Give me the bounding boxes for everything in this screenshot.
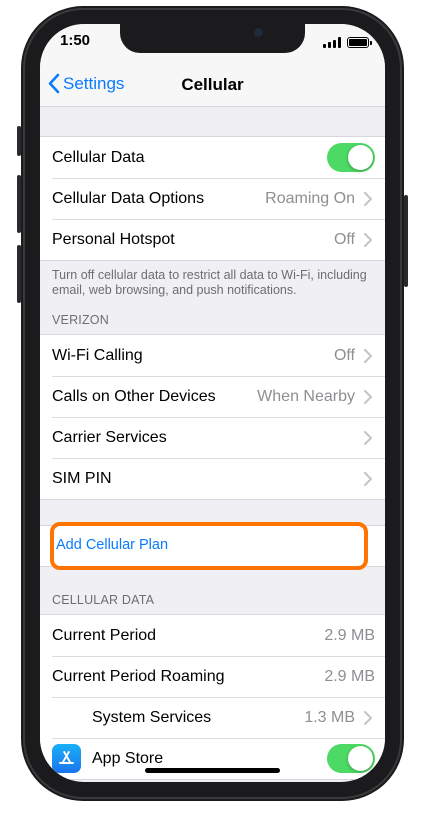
settings-list: Cellular Data Cellular Data Options Roam… (40, 107, 385, 780)
system-services-row[interactable]: System Services 1.3 MB (40, 697, 385, 738)
row-value: 2.9 MB (324, 626, 375, 644)
status-time: 1:50 (60, 32, 91, 49)
add-cellular-plan-row[interactable]: Add Cellular Plan (40, 522, 385, 570)
current-period-row: Current Period 2.9 MB (40, 615, 385, 656)
row-label: Personal Hotspot (52, 230, 175, 248)
home-indicator[interactable] (145, 768, 280, 773)
cellular-data-toggle[interactable] (327, 143, 375, 172)
section-header-cellular-data: CELLULAR DATA (52, 593, 155, 607)
row-label: Carrier Services (52, 428, 167, 446)
row-value: Roaming On (265, 189, 355, 207)
personal-hotspot-row[interactable]: Personal Hotspot Off (40, 219, 385, 260)
chevron-right-icon (364, 233, 372, 247)
row-value: 2.9 MB (324, 667, 375, 685)
cellular-usage-group: Current Period 2.9 MB Current Period Roa… (40, 614, 385, 780)
row-label: Wi-Fi Calling (52, 346, 143, 364)
side-button (404, 195, 408, 287)
battery-icon (347, 37, 372, 48)
status-icons (323, 36, 372, 48)
row-value: Off (333, 346, 355, 364)
add-plan-group: Add Cellular Plan (40, 522, 385, 570)
navigation-bar: Settings Cellular (40, 64, 385, 107)
current-period-roaming-row: Current Period Roaming 2.9 MB (40, 656, 385, 697)
volume-up-button (17, 175, 21, 233)
row-value: When Nearby (257, 387, 355, 405)
page-title: Cellular (181, 75, 244, 94)
row-label: Current Period Roaming (52, 667, 225, 685)
app-store-icon (52, 744, 81, 773)
row-value: 1.3 MB (304, 708, 355, 726)
volume-down-button (17, 245, 21, 303)
app-store-toggle[interactable] (327, 744, 375, 773)
status-bar: 1:50 (40, 24, 385, 64)
chevron-right-icon (364, 349, 372, 363)
mute-switch (17, 126, 21, 156)
wifi-calling-row[interactable]: Wi-Fi Calling Off (40, 335, 385, 376)
calls-other-devices-row[interactable]: Calls on Other Devices When Nearby (40, 376, 385, 417)
sim-pin-row[interactable]: SIM PIN (40, 458, 385, 499)
row-label: Current Period (52, 626, 157, 644)
carrier-services-row[interactable]: Carrier Services (40, 417, 385, 458)
row-label: Calls on Other Devices (52, 387, 216, 405)
camera-icon (254, 28, 263, 37)
signal-icon (323, 37, 341, 48)
chevron-right-icon (364, 431, 372, 445)
verizon-group: Wi-Fi Calling Off Calls on Other Devices… (40, 334, 385, 500)
row-label: System Services (92, 708, 212, 726)
section-header-verizon: VERIZON (52, 313, 109, 327)
cellular-data-footnote: Turn off cellular data to restrict all d… (52, 268, 367, 297)
cellular-data-row: Cellular Data (40, 137, 385, 178)
chevron-right-icon (364, 390, 372, 404)
highlight-outline (50, 522, 368, 570)
row-label: Cellular Data Options (52, 189, 205, 207)
chevron-right-icon (364, 472, 372, 486)
row-label: Cellular Data (52, 148, 145, 166)
cellular-data-options-row[interactable]: Cellular Data Options Roaming On (40, 178, 385, 219)
cellular-group: Cellular Data Cellular Data Options Roam… (40, 136, 385, 261)
screen: 1:50 Settings Cellular Cellular Data Cel… (40, 24, 385, 782)
chevron-right-icon (364, 192, 372, 206)
row-label: App Store (92, 749, 164, 767)
row-label: SIM PIN (52, 469, 112, 487)
notch (120, 24, 305, 53)
chevron-right-icon (364, 711, 372, 725)
row-value: Off (333, 230, 355, 248)
